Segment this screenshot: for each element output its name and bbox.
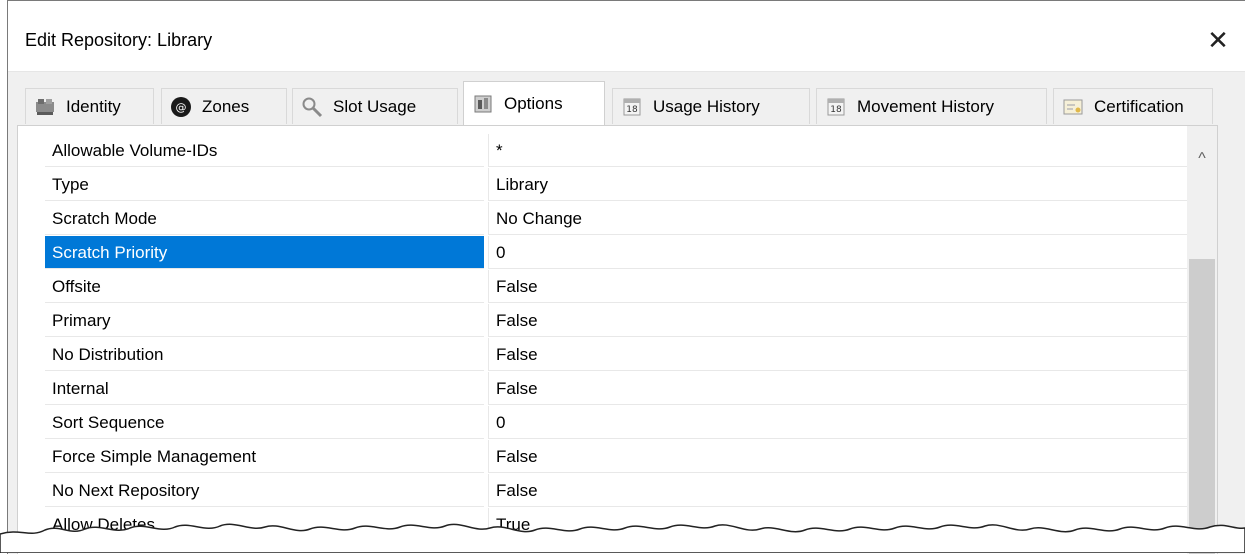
tab-zones[interactable]: @ Zones: [161, 88, 287, 124]
certificate-icon: [1062, 96, 1084, 118]
property-name: Type: [45, 168, 484, 201]
property-name: Primary: [45, 304, 484, 337]
tab-usage-history[interactable]: 18 Usage History: [612, 88, 810, 124]
property-name: Scratch Mode: [45, 202, 484, 235]
property-row[interactable]: Allowable Volume-IDs *: [45, 134, 1187, 168]
options-panel: Allowable Volume-IDs * Type Library Scra…: [17, 125, 1218, 554]
calendar-icon: 18: [621, 96, 643, 118]
property-value[interactable]: No Change: [488, 202, 1187, 235]
tab-strip: Identity @ Zones Slot Usage Options 18 U…: [8, 81, 1245, 129]
vertical-scrollbar[interactable]: ^: [1187, 126, 1217, 554]
property-row[interactable]: Primary False: [45, 304, 1187, 338]
scroll-thumb[interactable]: [1189, 259, 1215, 554]
property-row[interactable]: Force Simple Management False: [45, 440, 1187, 474]
property-row[interactable]: Internal False: [45, 372, 1187, 406]
property-value[interactable]: False: [488, 372, 1187, 405]
property-value[interactable]: *: [488, 134, 1187, 167]
identity-icon: [34, 96, 56, 118]
tab-label: Zones: [202, 96, 250, 116]
svg-text:18: 18: [626, 105, 638, 115]
property-value[interactable]: False: [488, 440, 1187, 473]
dialog-title: Edit Repository: Library: [25, 30, 213, 50]
property-value[interactable]: 0: [488, 236, 1187, 269]
property-name: Sort Sequence: [45, 406, 484, 439]
tab-label: Options: [504, 93, 563, 113]
tab-label: Usage History: [653, 96, 760, 116]
property-value[interactable]: False: [488, 338, 1187, 371]
property-row[interactable]: No Next Repository False: [45, 474, 1187, 508]
tab-slot-usage[interactable]: Slot Usage: [292, 88, 458, 124]
tab-movement-history[interactable]: 18 Movement History: [816, 88, 1047, 124]
property-row[interactable]: Sort Sequence 0: [45, 406, 1187, 440]
property-value[interactable]: 0: [488, 406, 1187, 439]
zones-icon: @: [170, 96, 192, 118]
edit-repository-dialog: Edit Repository: Library ✕ Identity @ Zo…: [7, 0, 1245, 554]
property-row[interactable]: Type Library: [45, 168, 1187, 202]
close-icon[interactable]: ✕: [1198, 23, 1238, 57]
property-row[interactable]: Scratch Mode No Change: [45, 202, 1187, 236]
tab-options[interactable]: Options: [463, 81, 605, 125]
svg-text:18: 18: [830, 105, 842, 115]
tab-label: Movement History: [857, 96, 994, 116]
property-value[interactable]: False: [488, 270, 1187, 303]
property-row[interactable]: Offsite False: [45, 270, 1187, 304]
property-value[interactable]: Library: [488, 168, 1187, 201]
property-name: Offsite: [45, 270, 484, 303]
property-name: Internal: [45, 372, 484, 405]
property-name: Scratch Priority: [45, 236, 484, 269]
magnifier-icon: [301, 96, 323, 118]
scroll-up-icon[interactable]: ^: [1187, 146, 1217, 172]
tab-label: Certification: [1094, 96, 1184, 116]
tab-identity[interactable]: Identity: [25, 88, 154, 124]
title-bar: Edit Repository: Library ✕: [8, 1, 1245, 72]
property-value[interactable]: False: [488, 474, 1187, 507]
property-name: No Next Repository: [45, 474, 484, 507]
tab-label: Slot Usage: [333, 96, 417, 116]
torn-edge: [0, 523, 1245, 553]
property-row[interactable]: No Distribution False: [45, 338, 1187, 372]
property-name: No Distribution: [45, 338, 484, 371]
calendar-icon: 18: [825, 96, 847, 118]
property-grid: Allowable Volume-IDs * Type Library Scra…: [45, 134, 1187, 542]
property-name: Allowable Volume-IDs: [45, 134, 484, 167]
property-row-selected[interactable]: Scratch Priority 0: [45, 236, 1187, 270]
options-icon: [472, 93, 494, 115]
property-value[interactable]: False: [488, 304, 1187, 337]
tab-certification[interactable]: Certification: [1053, 88, 1213, 124]
property-name: Force Simple Management: [45, 440, 484, 473]
tab-label: Identity: [66, 96, 121, 116]
svg-text:@: @: [176, 101, 187, 114]
